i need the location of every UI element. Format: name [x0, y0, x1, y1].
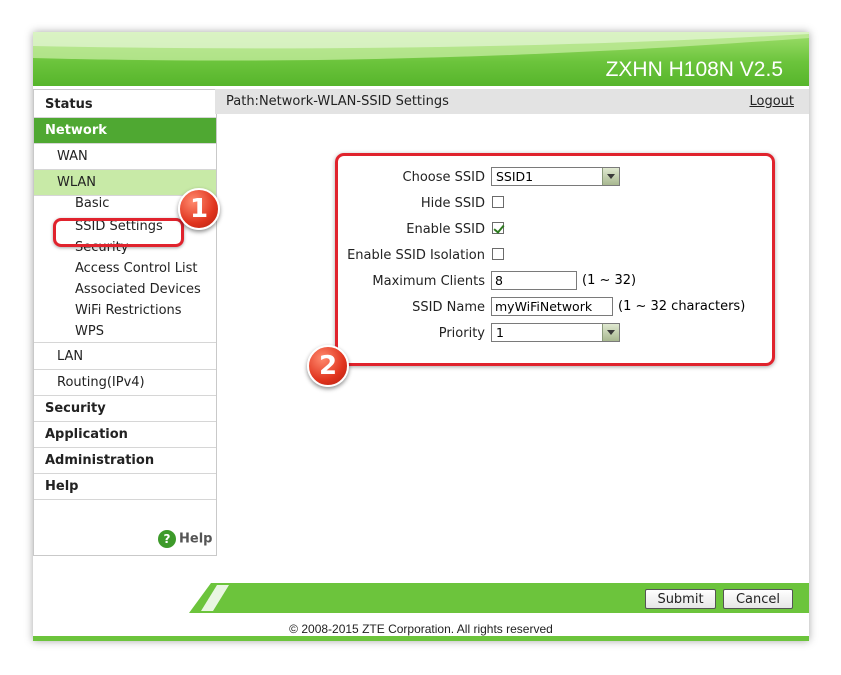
footer-line: [33, 636, 809, 641]
sidebar-item-help[interactable]: Help: [34, 474, 216, 500]
sidebar-item-application[interactable]: Application: [34, 422, 216, 448]
router-admin-window: ZXHN H108N V2.5 Status Network WAN WLAN …: [33, 32, 809, 641]
breadcrumb: Path:Network-WLAN-SSID Settings: [226, 94, 449, 109]
sidebar-item-routing[interactable]: Routing(IPv4): [34, 370, 216, 396]
sidebar-item-access-control-list[interactable]: Access Control List: [34, 258, 216, 279]
sidebar-item-security[interactable]: Security: [34, 396, 216, 422]
cancel-button[interactable]: Cancel: [723, 589, 793, 609]
sidebar-item-network[interactable]: Network: [34, 118, 216, 144]
sidebar-item-wifi-restrictions[interactable]: WiFi Restrictions: [34, 300, 216, 321]
help-link[interactable]: ? Help: [158, 530, 212, 548]
sidebar-item-administration[interactable]: Administration: [34, 448, 216, 474]
sidebar-item-wps[interactable]: WPS: [34, 321, 216, 343]
sidebar-item-associated-devices[interactable]: Associated Devices: [34, 279, 216, 300]
sidebar-menu: Status Network WAN WLAN Basic SSID Setti…: [33, 89, 217, 556]
highlight-box-form: [335, 153, 775, 366]
help-icon: ?: [158, 530, 176, 548]
help-link-label: Help: [179, 531, 213, 547]
sidebar-item-wan[interactable]: WAN: [34, 144, 216, 170]
step-badge-2: 2: [307, 345, 349, 387]
header-banner: ZXHN H108N V2.5: [33, 32, 809, 86]
sidebar-item-lan[interactable]: LAN: [34, 344, 216, 370]
step-badge-1: 1: [178, 188, 220, 230]
logout-link[interactable]: Logout: [749, 94, 794, 109]
copyright-text: © 2008-2015 ZTE Corporation. All rights …: [289, 622, 553, 636]
product-title: ZXHN H108N V2.5: [605, 58, 783, 81]
breadcrumb-bar: Path:Network-WLAN-SSID Settings Logout: [215, 89, 809, 114]
footer-bar: [189, 583, 809, 613]
sidebar-item-status[interactable]: Status: [34, 92, 216, 118]
highlight-box-ssid-settings: [53, 218, 184, 247]
submit-button[interactable]: Submit: [645, 589, 716, 609]
